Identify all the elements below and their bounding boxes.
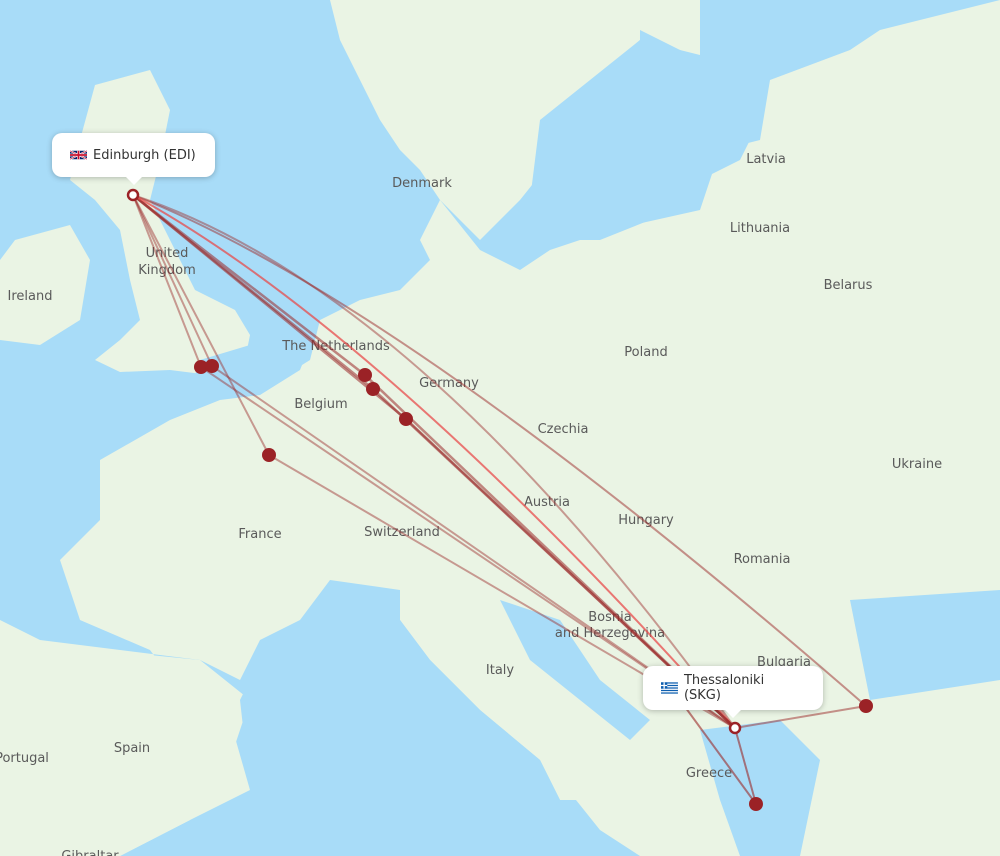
stop-marker-cdg [262, 448, 276, 462]
label-lithuania: Lithuania [730, 221, 790, 236]
label-hungary: Hungary [618, 513, 674, 528]
stop-marker-ams [358, 368, 372, 382]
stop-marker-fra [399, 412, 413, 426]
label-greece: Greece [686, 766, 732, 781]
label-spain: Spain [114, 741, 150, 756]
label-belarus: Belarus [824, 278, 873, 293]
route-map[interactable]: Ireland United Kingdom Denmark The Nethe… [0, 0, 1000, 856]
label-ireland: Ireland [8, 289, 53, 304]
destination-marker[interactable] [728, 721, 742, 735]
label-italy: Italy [486, 663, 515, 678]
label-portugal: Portugal [0, 751, 49, 766]
label-france: France [238, 527, 281, 542]
label-romania: Romania [734, 552, 791, 567]
origin-tooltip: Edinburgh (EDI) [52, 133, 215, 185]
label-gibraltar: Gibraltar [61, 849, 119, 856]
greece-flag-icon [661, 682, 678, 694]
label-latvia: Latvia [746, 152, 786, 167]
stop-marker-lgw [205, 359, 219, 373]
label-poland: Poland [624, 345, 667, 360]
stop-marker-dus [366, 382, 380, 396]
destination-city-label: Thessaloniki (SKG) [683, 673, 765, 703]
origin-marker[interactable] [126, 188, 140, 202]
origin-city-label: Edinburgh (EDI) [93, 147, 196, 163]
uk-flag-icon [70, 149, 87, 161]
label-belgium: Belgium [294, 397, 347, 412]
label-ukraine: Ukraine [892, 457, 942, 472]
label-austria: Austria [524, 495, 570, 510]
stop-marker-ist [859, 699, 873, 713]
label-czechia: Czechia [538, 422, 589, 437]
label-denmark: Denmark [392, 176, 452, 191]
destination-tooltip: Thessaloniki (SKG) [643, 666, 823, 718]
stop-marker-ath [749, 797, 763, 811]
